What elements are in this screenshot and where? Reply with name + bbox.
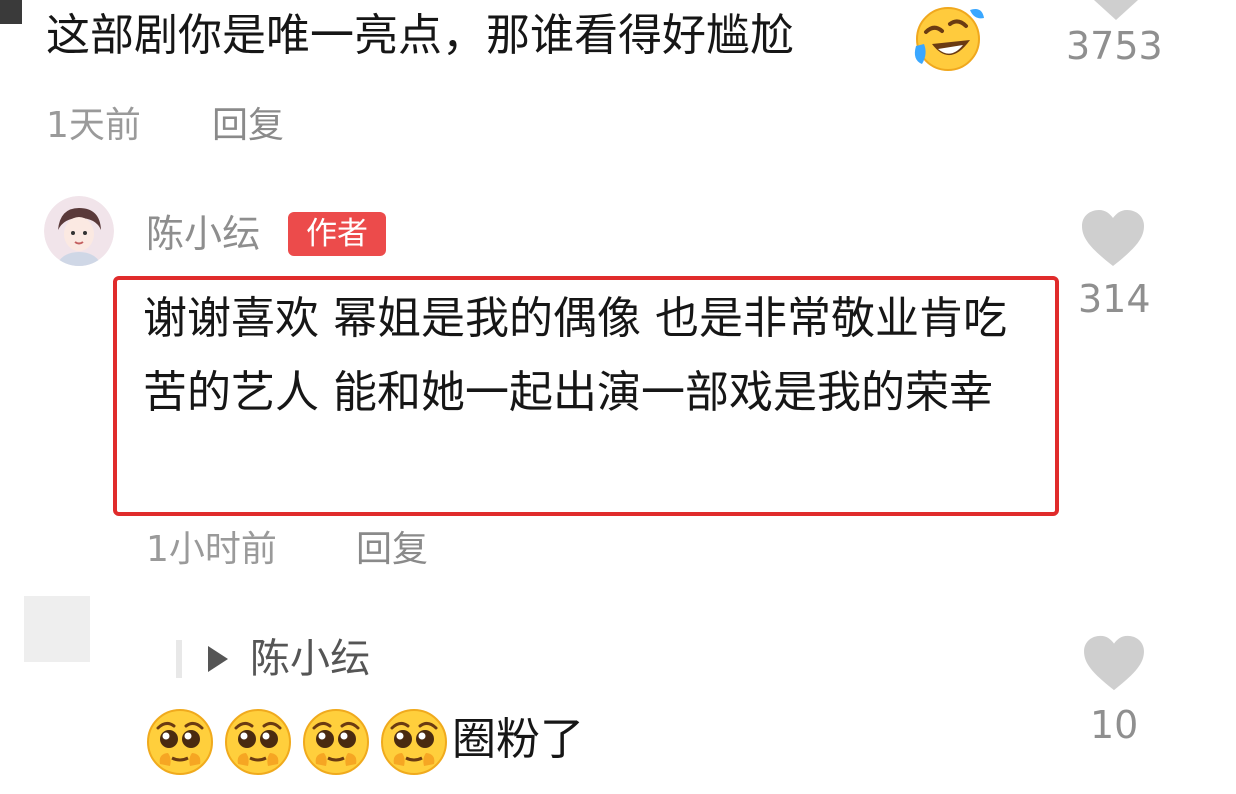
- like-heart-icon[interactable]: [1092, 0, 1140, 22]
- author-reply-text: 谢谢喜欢 幂姐是我的偶像 也是非常敬业肯吃苦的艺人 能和她一起出演一部戏是我的荣…: [143, 293, 1007, 418]
- like-count: 10: [1090, 703, 1139, 747]
- reply-button[interactable]: 回复: [356, 528, 428, 572]
- author-name[interactable]: 陈小纭: [146, 210, 260, 258]
- pleading-face-emoji-icon: [381, 709, 447, 775]
- rolling-laughing-emoji-icon: [914, 7, 984, 71]
- avatar[interactable]: [44, 196, 114, 266]
- pleading-face-emoji-icon: [225, 709, 291, 775]
- avatar-placeholder: [24, 596, 90, 662]
- like-heart-icon[interactable]: [1080, 208, 1146, 268]
- pleading-face-emoji-icon: [303, 709, 369, 775]
- thread-divider: [176, 640, 182, 678]
- sub-reply-text: 圈粉了: [452, 714, 584, 765]
- reply-arrow-icon: [208, 646, 228, 672]
- reply-time: 1小时前: [146, 529, 277, 570]
- like-count: 314: [1078, 277, 1151, 321]
- pleading-face-emoji-icon: [147, 709, 213, 775]
- comment-text: 这部剧你是唯一亮点，那谁看得好尴尬: [46, 10, 794, 61]
- like-heart-icon[interactable]: [1082, 634, 1146, 692]
- reply-to-name[interactable]: 陈小纭: [250, 634, 370, 684]
- user-avatar-icon: [44, 196, 114, 266]
- author-badge: 作者: [288, 212, 386, 256]
- avatar-fragment: [0, 0, 22, 24]
- reply-button[interactable]: 回复: [212, 104, 284, 148]
- comment-time: 1天前: [46, 105, 141, 146]
- like-count: 3753: [1066, 24, 1163, 68]
